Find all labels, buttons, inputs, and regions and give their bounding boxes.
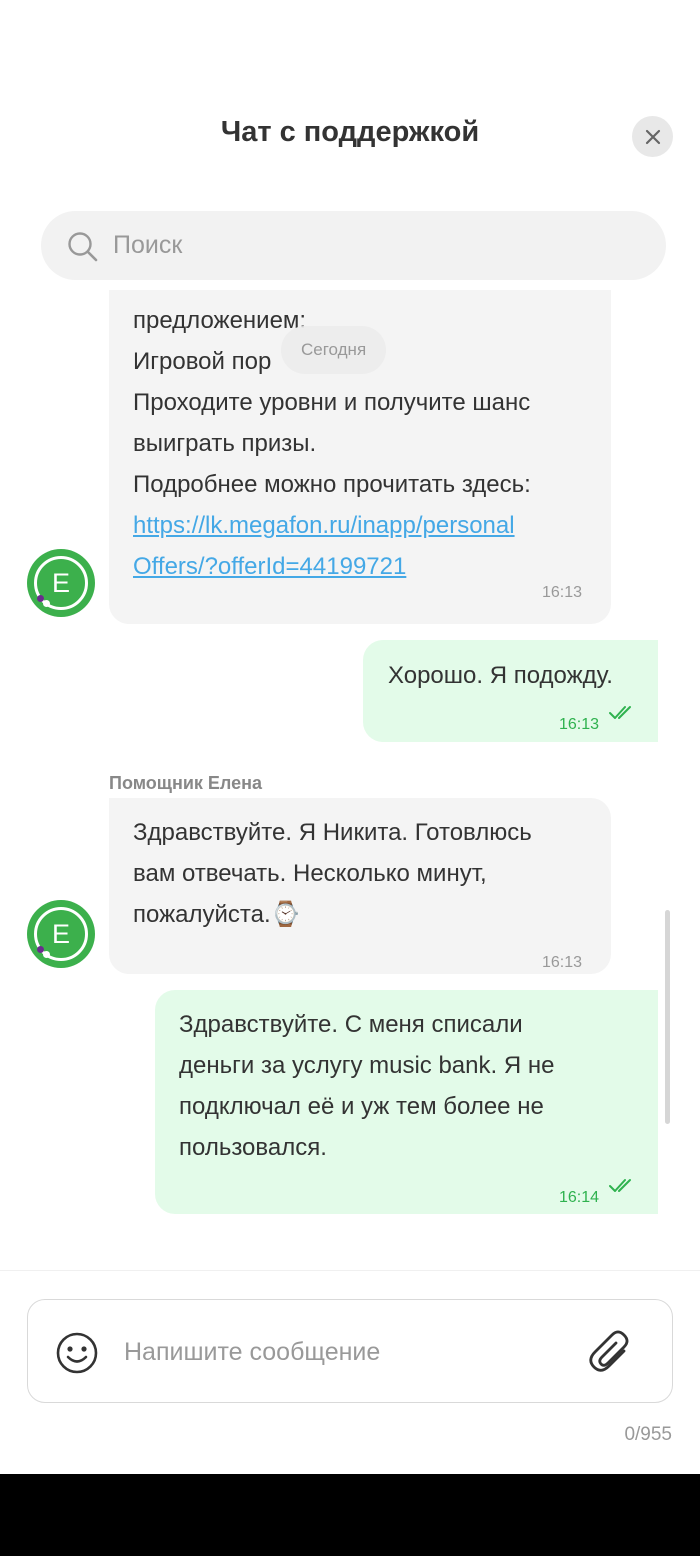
message-feed[interactable]: предложением: Игровой пор Проходите уров… bbox=[0, 290, 700, 1270]
page-title: Чат с поддержкой bbox=[220, 116, 480, 148]
message-time: 16:14 bbox=[559, 1189, 600, 1206]
search-bar[interactable] bbox=[41, 211, 666, 280]
message-time: 16:13 bbox=[542, 954, 583, 971]
sender-name: Помощник Елена bbox=[109, 773, 262, 793]
composer-bar: 0/955 bbox=[0, 1270, 700, 1474]
character-counter: 0/955 bbox=[624, 1424, 672, 1445]
double-check-icon bbox=[609, 1179, 631, 1192]
search-input[interactable] bbox=[113, 211, 633, 280]
assistant-avatar: E bbox=[27, 549, 95, 617]
message-text: Здравствуйте. С меня списали деньги за у… bbox=[179, 1011, 555, 1161]
smile-icon[interactable] bbox=[55, 1331, 99, 1375]
close-button[interactable] bbox=[632, 116, 673, 157]
search-icon bbox=[68, 232, 98, 262]
message-text: Здравствуйте. Я Никита. Готовлюсь вам от… bbox=[133, 819, 532, 928]
paperclip-icon[interactable] bbox=[588, 1330, 634, 1376]
offer-link[interactable]: https://lk.megafon.ru/inapp/personal Offe… bbox=[133, 512, 515, 580]
message-time: 16:13 bbox=[542, 584, 583, 601]
assistant-avatar: E bbox=[27, 900, 95, 968]
system-navigation-bar bbox=[0, 1474, 700, 1556]
message-input[interactable] bbox=[124, 1300, 574, 1404]
incoming-message: Здравствуйте. Я Никита. Готовлюсь вам от… bbox=[109, 798, 611, 974]
message-time: 16:13 bbox=[559, 716, 600, 733]
outgoing-message: Хорошо. Я подожду. 16:13 bbox=[363, 640, 658, 742]
outgoing-message: Здравствуйте. С меня списали деньги за у… bbox=[155, 990, 658, 1214]
chat-header: Чат с поддержкой bbox=[0, 0, 700, 290]
double-check-icon bbox=[609, 706, 631, 719]
scrollbar[interactable] bbox=[665, 910, 670, 1124]
date-chip: Сегодня bbox=[281, 326, 387, 374]
message-composer[interactable] bbox=[27, 1299, 673, 1404]
message-text: Хорошо. Я подожду. bbox=[388, 662, 613, 689]
close-icon bbox=[645, 129, 660, 144]
